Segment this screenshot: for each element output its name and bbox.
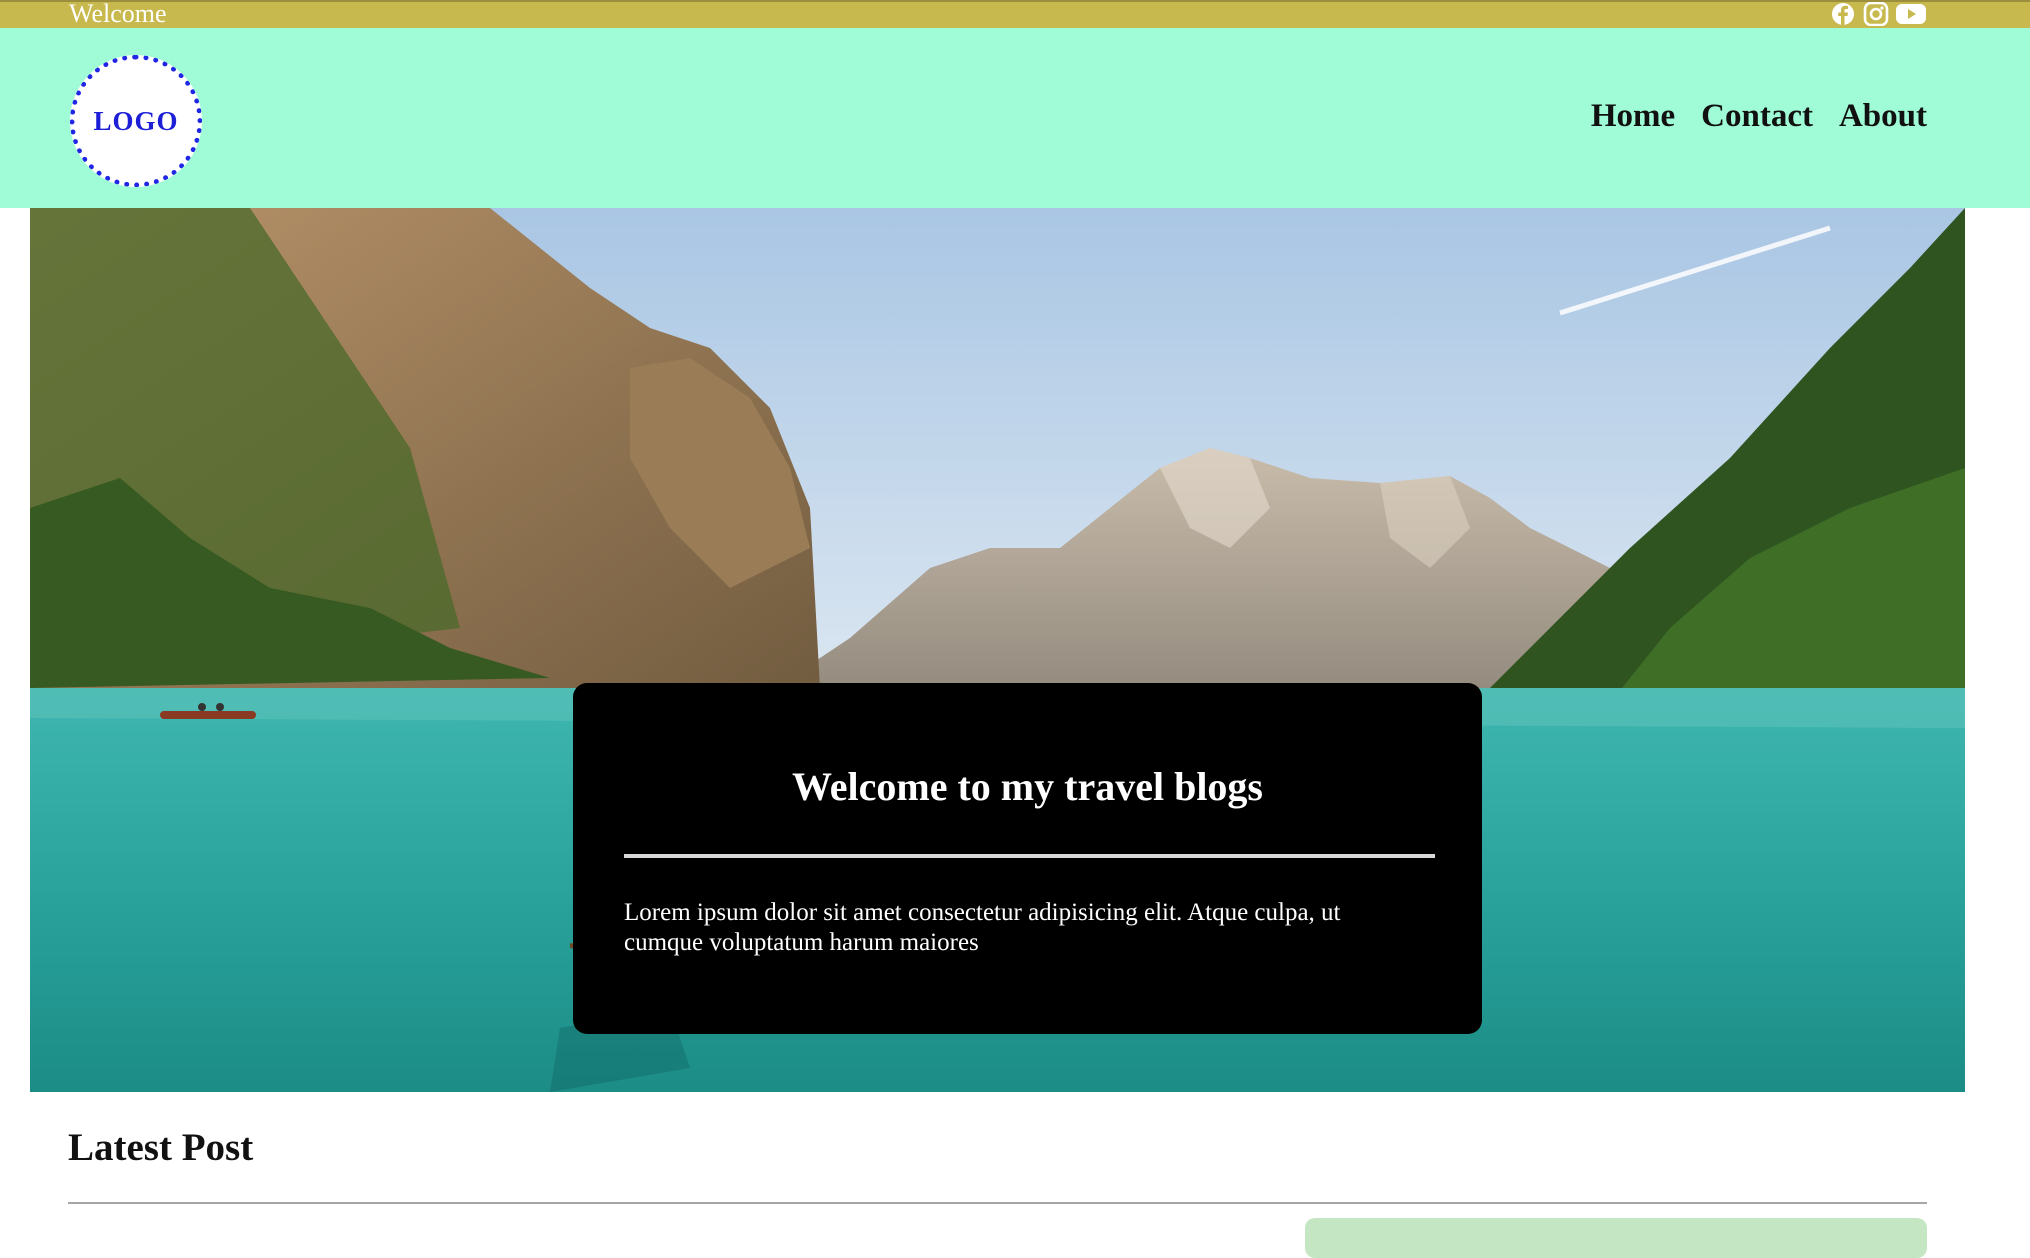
welcome-text: Welcome (69, 0, 167, 28)
site-header: LOGO Home Contact About (0, 28, 2030, 208)
instagram-icon[interactable] (1863, 1, 1889, 27)
nav-contact-link[interactable]: Contact (1701, 96, 1813, 136)
post-card[interactable] (1305, 1218, 1927, 1258)
social-links (1831, 1, 1927, 27)
youtube-icon[interactable] (1895, 2, 1927, 26)
logo[interactable]: LOGO (70, 55, 202, 187)
hero-divider (624, 854, 1435, 858)
hero-text: Lorem ipsum dolor sit amet consectetur a… (624, 899, 1341, 956)
hero-title: Welcome to my travel blogs (792, 764, 1263, 809)
nav-home-link[interactable]: Home (1591, 96, 1675, 136)
latest-post-divider (68, 1202, 1927, 1204)
latest-post-heading: Latest Post (68, 1126, 254, 1169)
logo-text: LOGO (93, 105, 179, 136)
main-nav: Home Contact About (1591, 96, 1927, 136)
facebook-icon[interactable] (1831, 2, 1857, 26)
top-bar: Welcome (0, 0, 2030, 28)
hero-card: Welcome to my travel blogs Lorem ipsum d… (573, 683, 1482, 1034)
hero-section: Welcome to my travel blogs Lorem ipsum d… (30, 208, 1965, 1092)
nav-about-link[interactable]: About (1839, 96, 1927, 136)
